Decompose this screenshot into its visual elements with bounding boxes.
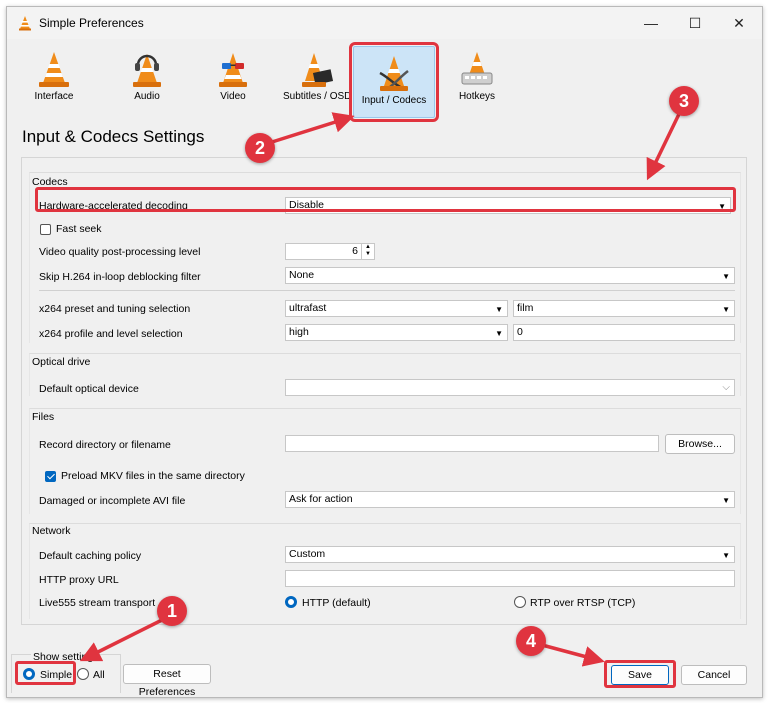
annotation-badge-4: 4	[516, 626, 546, 656]
annotation-badge-1: 1	[157, 596, 187, 626]
annotation-arrows	[79, 111, 682, 667]
annotation-badge-3: 3	[669, 86, 699, 116]
arrow-3	[646, 111, 682, 181]
arrow-4	[541, 643, 605, 667]
arrow-1	[79, 618, 163, 662]
arrow-2	[271, 112, 355, 144]
annotation-badge-2: 2	[245, 133, 275, 163]
